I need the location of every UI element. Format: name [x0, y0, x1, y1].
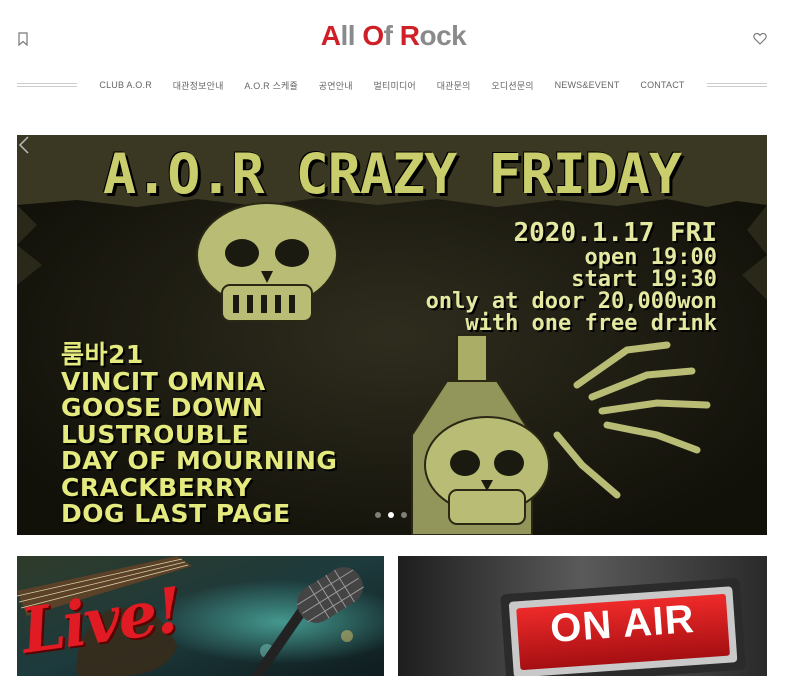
nav-item-schedule[interactable]: A.O.R 스케쥴	[244, 79, 298, 92]
nav-divider-right	[707, 83, 767, 87]
nav-item-news-event[interactable]: NEWS&EVENT	[555, 80, 620, 90]
poster-start-time: start 19:30	[571, 267, 717, 292]
on-air-banner[interactable]: ON AIR	[398, 556, 767, 676]
logo-letter-a: A	[320, 20, 341, 51]
logo-text-ock: ock	[419, 20, 467, 51]
slider-dot-1[interactable]	[375, 512, 381, 518]
site-header: All Of Rock	[0, 0, 787, 70]
poster-title: A.O.R CRAZY FRIDAY	[102, 142, 682, 206]
slider-dot-2[interactable]	[388, 512, 394, 518]
nav-item-multimedia[interactable]: 멀티미디어	[374, 79, 416, 92]
logo-text-ll: ll	[340, 20, 363, 51]
poster-drink: with one free drink	[465, 311, 717, 336]
logo-letter-r: R	[399, 20, 420, 51]
hero-slider[interactable]: A.O.R CRAZY FRIDAY 2020.1.17 FRI open 19…	[17, 135, 767, 535]
poster-price: only at door 20,000won	[425, 289, 717, 314]
nav-item-audition[interactable]: 오디션문의	[491, 79, 533, 92]
nav-menu: CLUB A.O.R 대관정보안내 A.O.R 스케쥴 공연안내 멀티미디어 대…	[89, 74, 695, 96]
logo-text-f: f	[383, 20, 400, 51]
lineup-band: DAY OF MOURNING	[61, 446, 338, 475]
nav-item-club-aor[interactable]: CLUB A.O.R	[99, 80, 152, 90]
heart-icon[interactable]	[753, 32, 767, 45]
logo-letter-o: O	[362, 20, 384, 51]
poster-open-time: open 19:00	[584, 245, 717, 270]
lineup-band: GOOSE DOWN	[61, 393, 264, 422]
lineup-band: VINCIT OMNIA	[61, 366, 266, 396]
slider-pagination	[375, 512, 407, 518]
lineup-band: 룸바21	[61, 340, 144, 369]
lineup-band: CRACKBERRY	[61, 472, 253, 502]
lineup-band: LUSTROUBLE	[61, 419, 250, 449]
lineup-band: DOG LAST PAGE	[61, 499, 291, 528]
nav-item-rental-inquiry[interactable]: 대관문의	[437, 79, 471, 92]
nav-item-rental-info[interactable]: 대관정보안내	[173, 79, 224, 92]
nav-item-performance[interactable]: 공연안내	[319, 79, 353, 92]
poster-event-info: 2020.1.17 FRI open 19:00 start 19:30 onl…	[426, 219, 717, 335]
nav-divider-left	[17, 83, 77, 87]
poster-date: 2020.1.17 FRI	[513, 218, 718, 248]
slider-dot-3[interactable]	[401, 512, 407, 518]
main-nav: CLUB A.O.R 대관정보안내 A.O.R 스케쥴 공연안내 멀티미디어 대…	[17, 74, 767, 96]
site-logo[interactable]: All Of Rock	[0, 20, 787, 52]
chevron-left-icon[interactable]	[17, 135, 31, 155]
live-banner[interactable]: Live!	[17, 556, 384, 676]
poster-lineup: 룸바21 VINCIT OMNIA GOOSE DOWN LUSTROUBLE …	[61, 340, 338, 528]
nav-item-contact[interactable]: CONTACT	[640, 80, 684, 90]
